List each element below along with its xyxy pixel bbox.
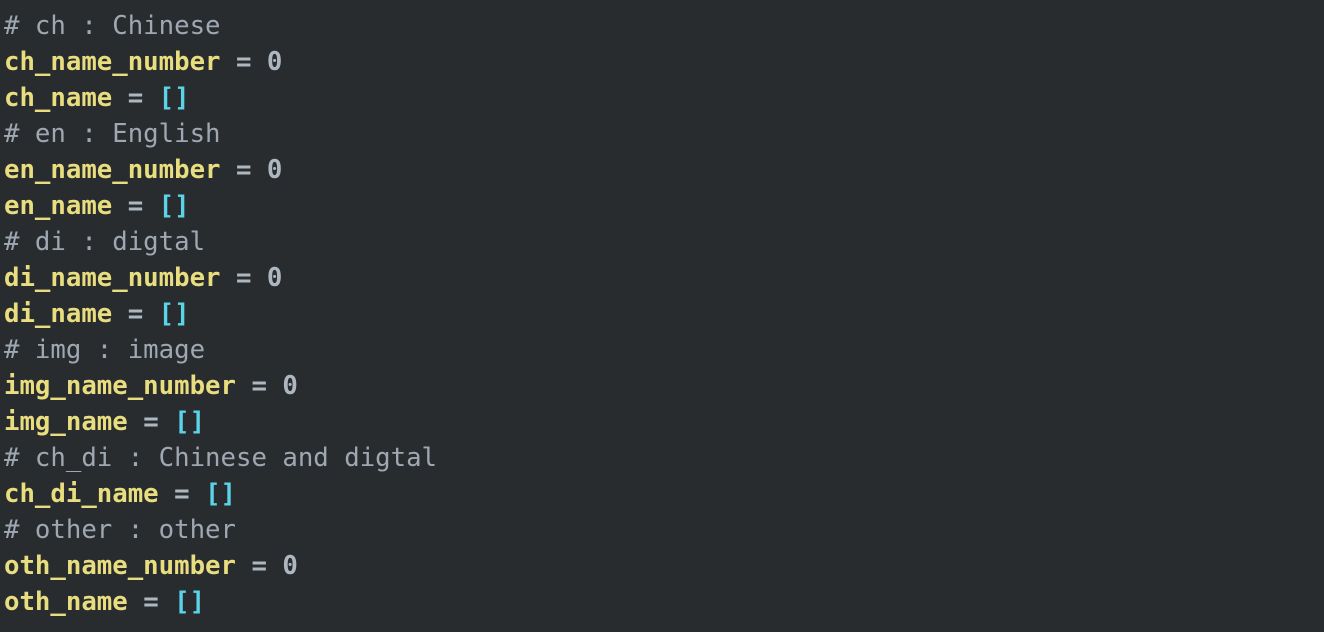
code-line[interactable]: di_name_number = 0 bbox=[4, 260, 1324, 296]
token-operator: = bbox=[143, 407, 159, 437]
token-number: 0 bbox=[282, 551, 298, 581]
token-bracket: [] bbox=[158, 83, 190, 113]
token-identifier: img_name_number bbox=[4, 371, 236, 401]
code-line[interactable]: # ch : Chinese bbox=[4, 8, 1324, 44]
code-line[interactable]: img_name_number = 0 bbox=[4, 368, 1324, 404]
token-identifier: img_name bbox=[4, 407, 128, 437]
token-identifier: oth_name bbox=[4, 587, 128, 617]
code-line[interactable]: di_name = [] bbox=[4, 296, 1324, 332]
code-line[interactable]: oth_name_number = 0 bbox=[4, 548, 1324, 584]
token-operator: = bbox=[143, 587, 159, 617]
code-line[interactable]: en_name = [] bbox=[4, 188, 1324, 224]
token-operator: = bbox=[174, 479, 190, 509]
token-comment: # ch_di : Chinese and digtal bbox=[4, 443, 438, 473]
token-identifier: ch_name bbox=[4, 83, 113, 113]
token-operator: = bbox=[127, 299, 144, 329]
token-identifier: ch_di_name bbox=[4, 479, 159, 509]
token-operator: = bbox=[251, 551, 267, 581]
code-line[interactable]: ch_name_number = 0 bbox=[4, 44, 1324, 80]
token-number: 0 bbox=[266, 47, 283, 77]
code-line[interactable]: # en : English bbox=[4, 116, 1324, 152]
token-identifier: di_name_number bbox=[4, 263, 221, 293]
code-line[interactable]: ch_di_name = [] bbox=[4, 476, 1324, 512]
code-line[interactable]: ch_name = [] bbox=[4, 80, 1324, 116]
token-number: 0 bbox=[266, 155, 283, 185]
token-identifier: ch_name_number bbox=[4, 47, 221, 77]
token-operator: = bbox=[251, 371, 267, 401]
token-bracket: [] bbox=[174, 587, 206, 617]
token-operator: = bbox=[235, 155, 252, 185]
token-identifier: en_name bbox=[4, 191, 113, 221]
token-comment: # ch : Chinese bbox=[4, 11, 221, 41]
token-operator: = bbox=[235, 47, 252, 77]
token-number: 0 bbox=[282, 371, 298, 401]
code-line[interactable]: # di : digtal bbox=[4, 224, 1324, 260]
token-comment: # en : English bbox=[4, 119, 221, 149]
token-bracket: [] bbox=[158, 299, 190, 329]
token-identifier: oth_name_number bbox=[4, 551, 236, 581]
code-line[interactable]: en_name_number = 0 bbox=[4, 152, 1324, 188]
token-comment: # img : image bbox=[4, 335, 206, 365]
token-bracket: [] bbox=[174, 407, 206, 437]
code-line[interactable]: # ch_di : Chinese and digtal bbox=[4, 440, 1324, 476]
code-editor-surface[interactable]: # ch : Chinese ch_name_number = 0 ch_name … bbox=[0, 0, 1324, 632]
code-line[interactable]: oth_name = [] bbox=[4, 584, 1324, 620]
token-number: 0 bbox=[266, 263, 283, 293]
token-operator: = bbox=[127, 191, 144, 221]
token-identifier: en_name_number bbox=[4, 155, 221, 185]
token-comment: # other : other bbox=[4, 515, 236, 545]
code-line[interactable]: # img : image bbox=[4, 332, 1324, 368]
code-line[interactable]: img_name = [] bbox=[4, 404, 1324, 440]
token-operator: = bbox=[127, 83, 144, 113]
token-comment: # di : digtal bbox=[4, 227, 206, 257]
token-bracket: [] bbox=[158, 191, 190, 221]
token-identifier: di_name bbox=[4, 299, 113, 329]
token-bracket: [] bbox=[205, 479, 236, 509]
token-operator: = bbox=[235, 263, 252, 293]
code-line[interactable]: # other : other bbox=[4, 512, 1324, 548]
